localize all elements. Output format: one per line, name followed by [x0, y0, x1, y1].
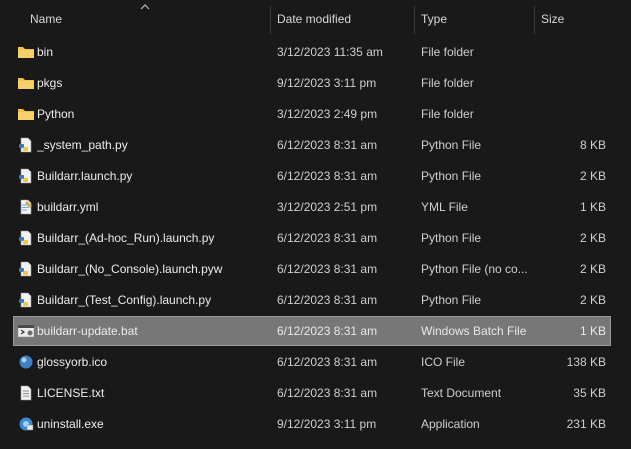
column-header-name[interactable]: Name: [30, 6, 62, 32]
file-name: Buildarr_(Test_Config).launch.py: [37, 293, 212, 307]
file-size: 8 KB: [579, 138, 606, 152]
file-type: Python File: [421, 169, 482, 183]
file-row[interactable]: bin 3/12/2023 11:35 am File folder: [14, 38, 610, 66]
file-size: 231 KB: [566, 417, 606, 431]
file-type: File folder: [421, 76, 474, 90]
file-name: bin: [37, 45, 54, 59]
python-file-icon: [19, 230, 32, 246]
file-type: File folder: [421, 107, 474, 121]
file-date-modified: 3/12/2023 2:51 pm: [277, 200, 378, 214]
file-type: Text Document: [421, 386, 502, 400]
file-type: ICO File: [421, 355, 466, 369]
column-header: Name Date modified Type Size: [0, 0, 631, 38]
folder-icon: [18, 78, 34, 89]
column-divider[interactable]: [270, 6, 271, 34]
file-date-modified: 6/12/2023 8:31 am: [277, 138, 378, 152]
python-file-icon: [19, 261, 32, 277]
file-type: Python File: [421, 293, 482, 307]
file-name: uninstall.exe: [37, 417, 104, 431]
file-type: YML File: [421, 200, 468, 214]
file-row[interactable]: _system_path.py 6/12/2023 8:31 am Python…: [14, 131, 610, 159]
file-date-modified: 9/12/2023 3:11 pm: [277, 417, 377, 431]
file-row[interactable]: Buildarr.launch.py 6/12/2023 8:31 am Pyt…: [14, 162, 610, 190]
file-size: 2 KB: [579, 293, 606, 307]
file-row[interactable]: Python 3/12/2023 2:49 pm File folder: [14, 100, 610, 128]
yml-file-icon: [20, 199, 32, 215]
file-name: Python: [37, 107, 75, 121]
file-row[interactable]: glossyorb.ico 6/12/2023 8:31 am ICO File…: [14, 348, 610, 376]
sort-ascending-icon[interactable]: [140, 3, 150, 10]
file-type: Application: [421, 417, 480, 431]
file-date-modified: 6/12/2023 8:31 am: [277, 324, 378, 338]
text-file-icon: [20, 385, 32, 401]
python-file-icon: [19, 292, 32, 308]
ico-file-icon: [19, 355, 33, 369]
file-size: 35 KB: [573, 386, 606, 400]
python-file-icon: [19, 137, 32, 153]
file-row[interactable]: pkgs 9/12/2023 3:11 pm File folder: [14, 69, 610, 97]
file-date-modified: 6/12/2023 8:31 am: [277, 386, 378, 400]
file-name: _system_path.py: [37, 138, 128, 152]
file-name: pkgs: [37, 76, 63, 90]
application-icon: [19, 417, 34, 431]
file-name: Buildarr_(No_Console).launch.pyw: [37, 262, 223, 276]
column-header-date-modified[interactable]: Date modified: [277, 6, 351, 32]
folder-icon: [18, 47, 34, 58]
file-date-modified: 6/12/2023 8:31 am: [277, 169, 378, 183]
column-divider[interactable]: [414, 6, 415, 34]
python-file-icon: [19, 168, 32, 184]
file-size: 138 KB: [566, 355, 606, 369]
file-type: Python File (no co...: [421, 262, 528, 276]
file-date-modified: 6/12/2023 8:31 am: [277, 355, 378, 369]
file-row[interactable]: buildarr.yml 3/12/2023 2:51 pm YML File …: [14, 193, 610, 221]
file-type: Python File: [421, 231, 482, 245]
file-type: File folder: [421, 45, 474, 59]
column-divider[interactable]: [534, 6, 535, 34]
file-size: 1 KB: [579, 324, 606, 338]
file-type: Python File: [421, 138, 482, 152]
file-date-modified: 9/12/2023 3:11 pm: [277, 76, 377, 90]
file-date-modified: 3/12/2023 11:35 am: [277, 45, 383, 59]
file-row[interactable]: Buildarr_(No_Console).launch.pyw 6/12/20…: [14, 255, 610, 283]
file-row[interactable]: uninstall.exe 9/12/2023 3:11 pm Applicat…: [14, 410, 610, 438]
column-header-size[interactable]: Size: [541, 6, 564, 32]
folder-icon: [18, 109, 34, 120]
file-size: [534, 100, 606, 128]
file-name: buildarr-update.bat: [37, 324, 138, 338]
column-header-type[interactable]: Type: [421, 6, 447, 32]
file-size: 1 KB: [579, 200, 606, 214]
file-name: buildarr.yml: [37, 200, 99, 214]
file-type: Windows Batch File: [421, 324, 527, 338]
file-name: Buildarr_(Ad-hoc_Run).launch.py: [37, 231, 215, 245]
file-name: Buildarr.launch.py: [37, 169, 133, 183]
file-size: 2 KB: [579, 169, 606, 183]
file-size: 2 KB: [579, 262, 606, 276]
file-name: glossyorb.ico: [37, 355, 108, 369]
file-date-modified: 6/12/2023 8:31 am: [277, 293, 378, 307]
file-size: 2 KB: [579, 231, 606, 245]
file-size: [534, 38, 606, 66]
file-row[interactable]: Buildarr_(Ad-hoc_Run).launch.py 6/12/202…: [14, 224, 610, 252]
batch-file-icon: [17, 324, 35, 338]
file-size: [534, 69, 606, 97]
file-row[interactable]: LICENSE.txt 6/12/2023 8:31 am Text Docum…: [14, 379, 610, 407]
file-date-modified: 6/12/2023 8:31 am: [277, 262, 378, 276]
file-date-modified: 3/12/2023 2:49 pm: [277, 107, 378, 121]
file-row-selected[interactable]: buildarr-update.bat 6/12/2023 8:31 am Wi…: [13, 316, 611, 346]
file-name: LICENSE.txt: [37, 386, 105, 400]
file-date-modified: 6/12/2023 8:31 am: [277, 231, 378, 245]
file-row[interactable]: Buildarr_(Test_Config).launch.py 6/12/20…: [14, 286, 610, 314]
